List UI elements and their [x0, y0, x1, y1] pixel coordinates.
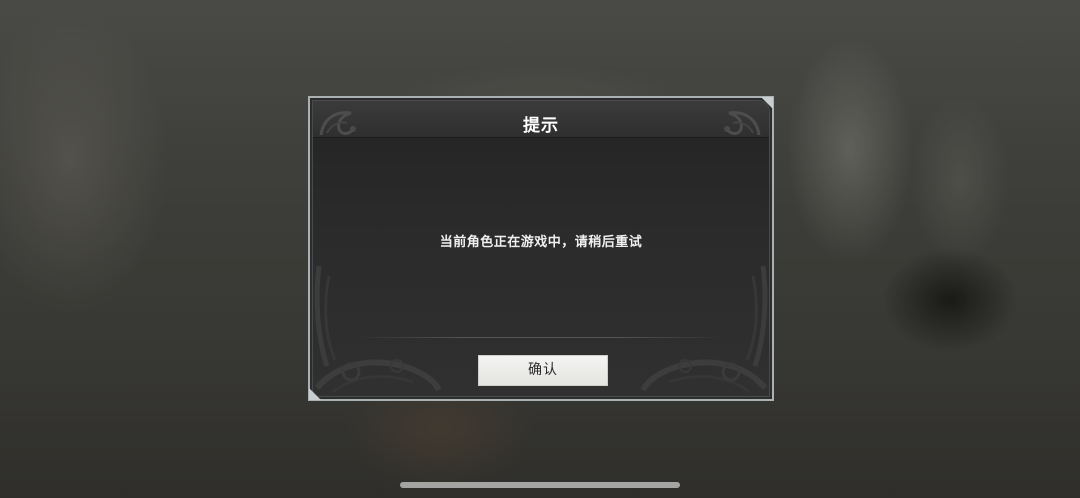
bottom-right-ornament: [640, 265, 768, 394]
bottom-left-ornament: [314, 265, 442, 394]
dialog-message: 当前角色正在游戏中，请稍后重试: [439, 235, 643, 250]
confirm-button[interactable]: 确认: [478, 355, 608, 386]
dialog-title: 提示: [523, 116, 559, 136]
game-screen: 提示 当前角色正在游戏中，请稍后重试 确认: [0, 0, 1080, 498]
home-indicator-bar[interactable]: [400, 482, 680, 488]
alert-dialog: 提示 当前角色正在游戏中，请稍后重试 确认: [308, 96, 774, 401]
dialog-divider: [357, 337, 725, 338]
dialog-panel: 提示 当前角色正在游戏中，请稍后重试 确认: [312, 100, 770, 397]
